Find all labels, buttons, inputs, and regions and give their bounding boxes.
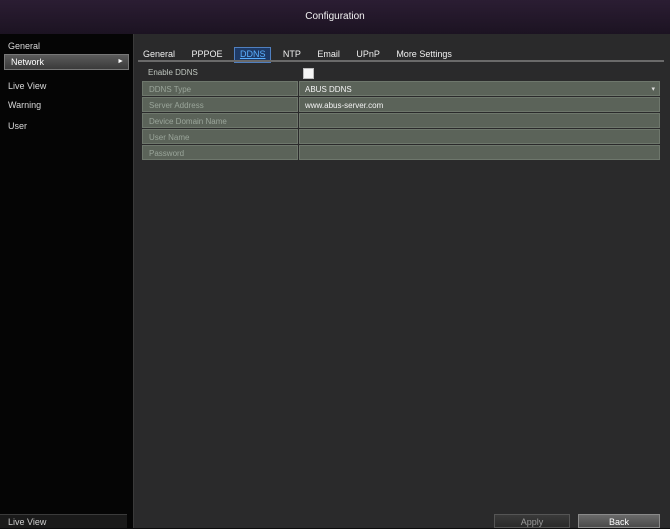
- configuration-window: Configuration General Network ► Live Vie…: [0, 0, 670, 528]
- ddns-type-label: DDNS Type: [142, 81, 298, 96]
- chevron-right-icon: ►: [117, 58, 124, 65]
- device-domain-label: Device Domain Name: [142, 113, 298, 128]
- password-label: Password: [142, 145, 298, 160]
- device-domain-field[interactable]: [299, 113, 660, 128]
- user-name-label: User Name: [142, 129, 298, 144]
- server-address-label: Server Address: [142, 97, 298, 112]
- ddns-type-value: ABUS DDNS: [305, 85, 352, 94]
- main-panel: General PPPOE DDNS NTP Email UPnP More S…: [134, 34, 670, 528]
- device-domain-row: Device Domain Name: [142, 113, 660, 128]
- sidebar-item-general[interactable]: General: [0, 38, 133, 55]
- chevron-down-icon: ▾: [651, 86, 655, 93]
- window-title: Configuration: [305, 11, 365, 22]
- title-bar: Configuration: [0, 0, 670, 35]
- sidebar-item-warning[interactable]: Warning: [0, 97, 133, 114]
- tab-general[interactable]: General: [138, 47, 180, 61]
- ddns-type-row: DDNS Type ABUS DDNS ▾: [142, 81, 660, 96]
- tab-upnp[interactable]: UPnP: [351, 47, 385, 61]
- tab-pppoe[interactable]: PPPOE: [186, 47, 227, 61]
- enable-ddns-row: Enable DDNS: [142, 65, 660, 80]
- back-button[interactable]: Back: [578, 514, 660, 528]
- enable-ddns-label: Enable DDNS: [148, 68, 198, 77]
- tab-ntp[interactable]: NTP: [278, 47, 306, 61]
- apply-button[interactable]: Apply: [494, 514, 570, 528]
- user-name-field[interactable]: [299, 129, 660, 144]
- tab-divider: [138, 60, 664, 62]
- tab-more-settings[interactable]: More Settings: [391, 47, 457, 61]
- server-address-field[interactable]: www.abus-server.com: [299, 97, 660, 112]
- sidebar-item-network[interactable]: Network ►: [4, 54, 129, 70]
- ddns-type-select[interactable]: ABUS DDNS ▾: [299, 81, 660, 96]
- ddns-form: Enable DDNS DDNS Type ABUS DDNS ▾ Server…: [142, 65, 660, 161]
- sidebar-item-live-view[interactable]: Live View: [0, 78, 133, 95]
- enable-ddns-checkbox[interactable]: [303, 68, 314, 79]
- tab-bar: General PPPOE DDNS NTP Email UPnP More S…: [138, 44, 459, 63]
- sidebar-item-user[interactable]: User: [0, 118, 133, 135]
- server-address-row: Server Address www.abus-server.com: [142, 97, 660, 112]
- user-name-row: User Name: [142, 129, 660, 144]
- password-field[interactable]: [299, 145, 660, 160]
- live-view-button[interactable]: Live View: [0, 514, 127, 528]
- password-row: Password: [142, 145, 660, 160]
- sidebar-item-label: Network: [11, 57, 45, 67]
- tab-email[interactable]: Email: [312, 47, 345, 61]
- sidebar: General Network ► Live View Warning User…: [0, 34, 134, 528]
